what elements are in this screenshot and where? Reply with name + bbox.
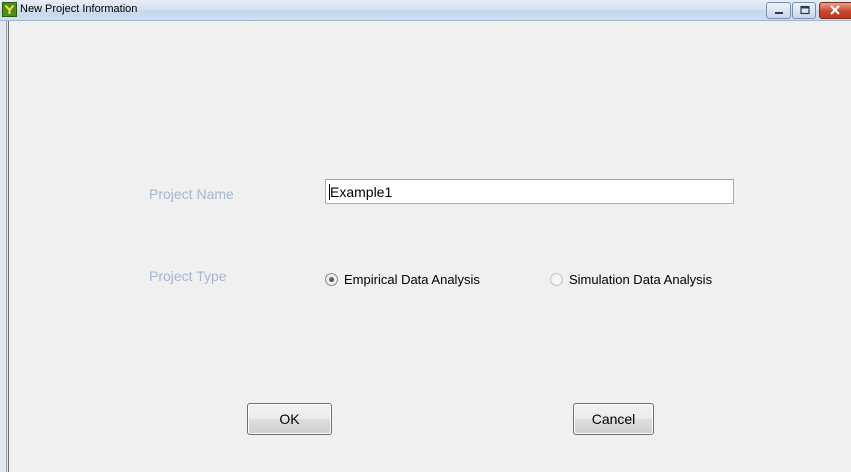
radio-unselected-icon[interactable] (550, 272, 563, 286)
minimize-icon (775, 12, 783, 14)
minimize-button[interactable] (766, 2, 791, 19)
text-caret (329, 184, 330, 200)
project-name-input[interactable] (325, 179, 734, 204)
app-y-icon[interactable] (2, 2, 17, 17)
close-icon (830, 5, 840, 15)
project-type-label: Project Type (149, 268, 227, 284)
window-frame-left (0, 21, 9, 472)
cancel-button[interactable]: Cancel (573, 403, 654, 435)
radio-selected-icon[interactable] (325, 272, 338, 286)
maximize-icon (800, 5, 810, 15)
empirical-data-analysis-radio[interactable]: Empirical Data Analysis (325, 271, 480, 287)
title-bar[interactable]: New Project Information (0, 0, 851, 21)
simulation-data-analysis-radio[interactable]: Simulation Data Analysis (550, 271, 712, 287)
simulation-data-analysis-label[interactable]: Simulation Data Analysis (569, 272, 712, 287)
maximize-button[interactable] (792, 2, 816, 19)
dialog-body (9, 21, 851, 472)
project-name-label: Project Name (149, 186, 234, 202)
close-button[interactable] (819, 2, 851, 19)
frame-divider (6, 21, 7, 472)
ok-button[interactable]: OK (247, 403, 332, 435)
empirical-data-analysis-label[interactable]: Empirical Data Analysis (344, 272, 480, 287)
window-title: New Project Information (20, 3, 138, 15)
new-project-window: New Project Information Project Name Pro… (0, 0, 851, 472)
